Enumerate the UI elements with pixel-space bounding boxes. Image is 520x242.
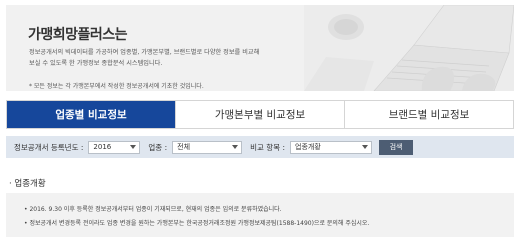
comparison-tabs: 업종별 비교정보 가맹본부별 비교정보 브랜드별 비교정보 [6,100,514,129]
industry-label: 업종 : [148,142,168,152]
chevron-down-icon [362,144,369,149]
notice-box: • 2016. 9.30 이후 등록한 정보공개서부터 업종이 기재되므로, 현… [6,193,514,237]
banner-desc-line-1: 정보공개서의 빅데이터를 가공하여 업종별, 가맹본부별, 브랜드별로 다양한 … [29,49,260,56]
page: 가맹희망플러스는 정보공개서의 빅데이터를 가공하여 업종별, 가맹본부별, 브… [0,0,520,242]
tab-brand-comparison[interactable]: 브랜드별 비교정보 [344,101,513,128]
year-select[interactable]: 2016 [88,140,141,154]
compare-label: 비교 항목 : [250,142,286,152]
year-label: 정보공개서 등록년도 : [14,142,84,152]
compare-select-value: 업종개황 [295,143,321,151]
intro-banner: 가맹희망플러스는 정보공개서의 빅데이터를 가공하여 업종별, 가맹본부별, 브… [6,5,514,91]
section-title: · 업종개황 [9,179,46,189]
banner-title: 가맹희망플러스는 [28,27,128,43]
notice-line-1: • 2016. 9.30 이후 등록한 정보공개서부터 업종이 기재되므로, 현… [24,206,282,213]
year-select-value: 2016 [93,143,112,151]
notice-line-2: • 정보공개서 변경등록 전이라도 업종 변경을 원하는 가맹본부는 한국공정거… [24,220,370,227]
laptop-illustration [304,5,514,91]
industry-select-value: 전체 [177,143,191,151]
search-button[interactable]: 검색 [379,139,414,155]
compare-select[interactable]: 업종개황 [290,140,373,154]
tab-franchisor-comparison[interactable]: 가맹본부별 비교정보 [175,101,344,128]
banner-description: 정보공개서의 빅데이터를 가공하여 업종별, 가맹본부별, 브랜드별로 다양한 … [29,47,309,69]
industry-select[interactable]: 전체 [172,140,243,154]
tab-industry-comparison[interactable]: 업종별 비교정보 [7,101,175,128]
chevron-down-icon [232,144,239,149]
banner-desc-line-2: 보실 수 있도록 한 가맹정보 종합분석 시스템입니다. [29,60,163,67]
filter-bar: 정보공개서 등록년도 : 2016 업종 : 전체 비교 항목 : 업종개황 검… [6,136,514,158]
banner-note: * 모든 정보는 각 가맹본부에서 작성한 정보공개서에 기초한 것입니다. [29,83,204,90]
chevron-down-icon [130,144,137,149]
